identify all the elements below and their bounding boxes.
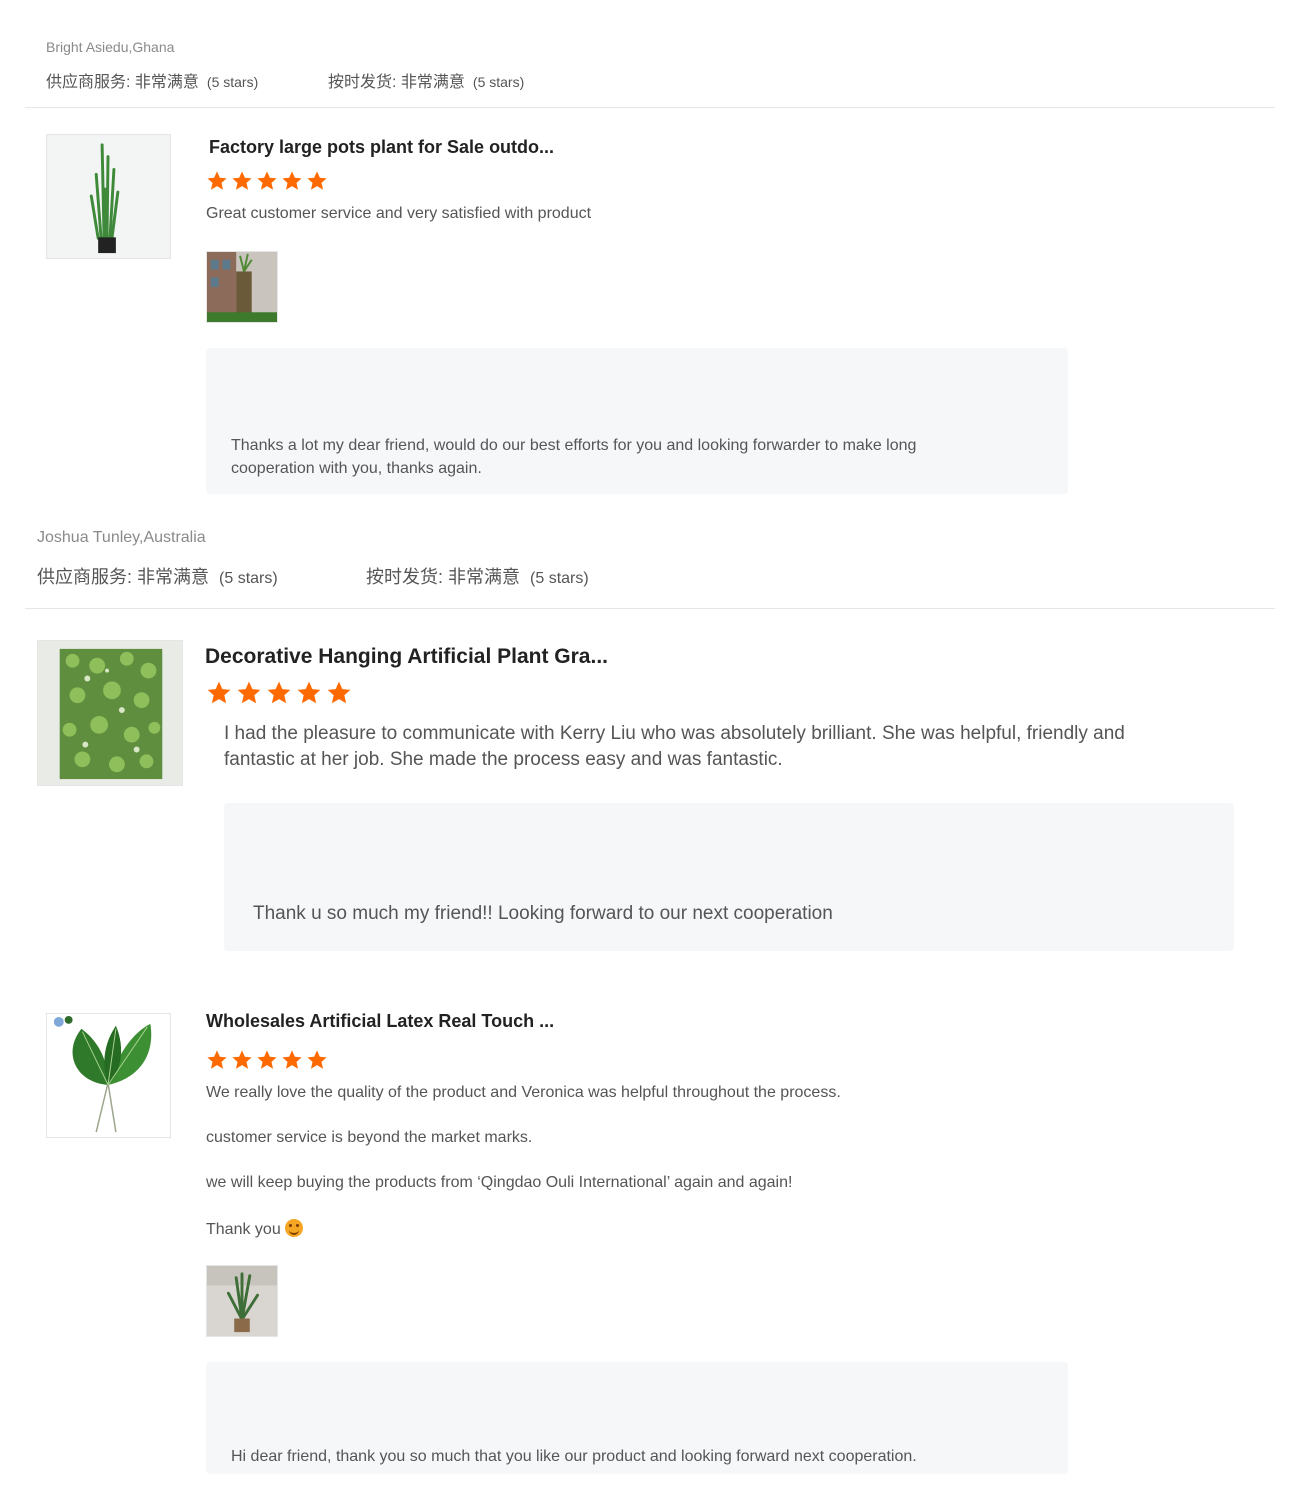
on-time-delivery-label: 按时发货: 非常满意: [366, 567, 521, 587]
star-rating: [206, 680, 352, 706]
review-comment-line: We really love the quality of the produc…: [206, 1084, 841, 1101]
star-icon: [307, 1050, 327, 1069]
review-comment: Great customer service and very satisfie…: [206, 205, 592, 222]
star-icon: [307, 171, 327, 190]
smiling-face-emoji-icon: [284, 1219, 303, 1237]
artificial-grass-wall-image: [38, 641, 182, 785]
star-icon: [282, 171, 302, 190]
snake-plant-image: [47, 135, 170, 258]
star-rating: [206, 1049, 328, 1071]
star-icon: [257, 1050, 277, 1069]
on-time-delivery-rating: 按时发货: 非常满意 (5 stars): [366, 563, 589, 589]
review-comment: I had the pleasure to communicate with K…: [224, 721, 1125, 773]
attached-photo[interactable]: [206, 251, 278, 323]
star-icon: [237, 681, 261, 704]
star-icon: [297, 681, 321, 704]
star-icon: [282, 1050, 302, 1069]
product-title[interactable]: Wholesales Artificial Latex Real Touch .…: [206, 1011, 554, 1032]
review-comment-line: customer service is beyond the market ma…: [206, 1129, 533, 1146]
review-comment-line: I had the pleasure to communicate with K…: [224, 723, 1125, 744]
seller-reply-box: [224, 803, 1234, 951]
product-thumbnail[interactable]: [46, 134, 171, 259]
attached-photo[interactable]: [206, 1265, 278, 1337]
star-icon: [207, 171, 227, 190]
supplier-service-stars: (5 stars): [206, 74, 259, 90]
divider: [25, 608, 1275, 609]
review-comment-line: Thank you: [206, 1219, 303, 1239]
on-time-delivery-rating: 按时发货: 非常满意 (5 stars): [328, 68, 524, 92]
seller-reply-line: Thanks a lot my dear friend, would do ou…: [231, 437, 917, 454]
supplier-service-label: 供应商服务: 非常满意: [37, 567, 210, 587]
review-comment-line: fantastic at her job. She made the proce…: [224, 749, 783, 770]
product-title[interactable]: Decorative Hanging Artificial Plant Gra.…: [205, 645, 608, 669]
on-time-delivery-label: 按时发货: 非常满意: [328, 74, 465, 91]
star-icon: [327, 681, 351, 704]
star-icon: [267, 681, 291, 704]
product-thumbnail[interactable]: [46, 1013, 171, 1138]
supplier-service-stars: (5 stars): [219, 570, 278, 587]
seller-reply: Thank u so much my friend!! Looking forw…: [253, 903, 833, 924]
artificial-leaves-image: [47, 1014, 170, 1137]
seller-reply-line: cooperation with you, thanks again.: [231, 460, 482, 477]
seller-reply: Hi dear friend, thank you so much that y…: [231, 1448, 917, 1465]
on-time-delivery-stars: (5 stars): [530, 570, 589, 587]
supplier-service-rating: 供应商服务: 非常满意 (5 stars): [37, 563, 278, 589]
supplier-service-rating: 供应商服务: 非常满意 (5 stars): [46, 68, 258, 92]
star-icon: [257, 171, 277, 190]
review-comment-text: Thank you: [206, 1221, 281, 1238]
product-thumbnail[interactable]: [37, 640, 183, 786]
review-comment-line: we will keep buying the products from ‘Q…: [206, 1174, 793, 1191]
star-icon: [207, 681, 231, 704]
star-rating: [206, 170, 328, 192]
photo-image: [207, 1266, 277, 1336]
divider: [25, 107, 1275, 108]
reviewer-name: Joshua Tunley,Australia: [37, 529, 206, 546]
star-icon: [207, 1050, 227, 1069]
supplier-service-label: 供应商服务: 非常满意: [46, 74, 199, 91]
photo-image: [207, 252, 277, 322]
seller-reply: Thanks a lot my dear friend, would do ou…: [231, 434, 916, 480]
on-time-delivery-stars: (5 stars): [472, 74, 525, 90]
product-title[interactable]: Factory large pots plant for Sale outdo.…: [209, 137, 554, 158]
star-icon: [232, 171, 252, 190]
reviewer-name: Bright Asiedu,Ghana: [46, 39, 175, 55]
star-icon: [232, 1050, 252, 1069]
